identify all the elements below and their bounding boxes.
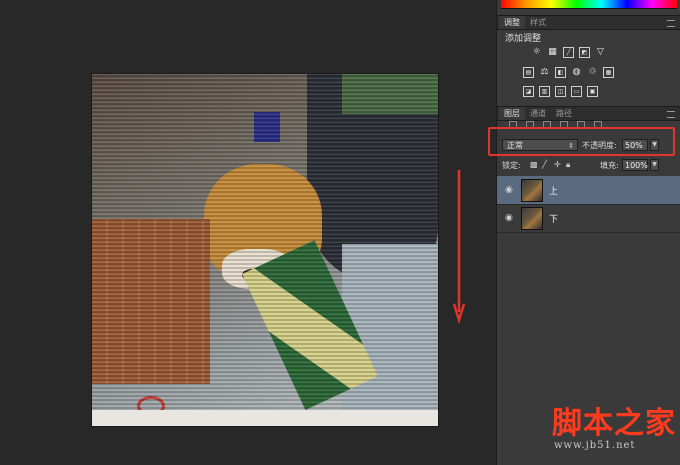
watermark-url: www.jb51.net — [554, 440, 636, 451]
gradient-map-icon[interactable]: ▭ — [571, 86, 582, 97]
adjustments-title: 添加调整 — [505, 34, 542, 44]
adjustment-icons-row-2: ▤ ⚖ ◧ ◍ ♲ ▦ — [523, 67, 614, 78]
image-bottom-strip — [92, 410, 438, 426]
adjustment-icons-row-1: ☼ ▦ ╱ ◩ ▽ — [531, 47, 606, 58]
panel-menu-icon[interactable] — [667, 20, 675, 27]
eye-icon[interactable]: ◉ — [505, 213, 515, 223]
highlight-box — [488, 127, 675, 156]
invert-icon[interactable]: ◪ — [523, 86, 534, 97]
exposure-icon[interactable]: ◩ — [579, 47, 590, 58]
lock-all-icon[interactable]: 🔒︎ — [566, 160, 570, 170]
hue-saturation-icon[interactable]: ▤ — [523, 67, 534, 78]
tab-layers[interactable]: 图层 — [499, 107, 525, 120]
layer-thumbnail — [521, 179, 543, 202]
layers-menu-icon[interactable] — [667, 111, 675, 118]
fill-dropdown-icon[interactable]: ▼ — [650, 159, 659, 171]
tab-channels[interactable]: 通道 — [525, 107, 551, 120]
down-arrow-icon — [452, 170, 466, 325]
channel-mixer-icon[interactable]: ♲ — [587, 67, 598, 78]
lock-move-icon[interactable]: ✛ — [554, 160, 561, 169]
curves-icon[interactable]: ╱ — [563, 47, 574, 58]
photo-filter-icon[interactable]: ◍ — [571, 67, 582, 78]
eye-icon[interactable]: ◉ — [505, 185, 515, 195]
layer-thumbnail — [521, 207, 543, 230]
layer-name: 上 — [549, 187, 559, 197]
layer-row-top[interactable]: ◉ 上 — [497, 176, 680, 205]
layer-name: 下 — [549, 215, 559, 225]
color-balance-icon[interactable]: ⚖ — [539, 67, 550, 78]
watermark: 脚本之家 www.jb51.net — [552, 406, 676, 452]
tab-styles[interactable]: 样式 — [525, 16, 551, 29]
lock-label: 锁定: — [502, 161, 521, 170]
selective-color-icon[interactable]: ▣ — [587, 86, 598, 97]
tab-adjustments[interactable]: 调整 — [499, 16, 525, 29]
lock-paint-icon[interactable]: ╱ — [542, 160, 547, 169]
color-lookup-icon[interactable]: ▦ — [603, 67, 614, 78]
tab-paths[interactable]: 路径 — [551, 107, 577, 120]
black-white-icon[interactable]: ◧ — [555, 67, 566, 78]
color-swatch-strip[interactable] — [501, 0, 677, 9]
threshold-icon[interactable]: ◫ — [555, 86, 566, 97]
levels-icon[interactable]: ▦ — [547, 47, 558, 58]
document-image[interactable] — [92, 74, 438, 426]
lock-transparent-icon[interactable]: ▩ — [530, 160, 538, 169]
watermark-text: 脚本之家 — [552, 406, 676, 441]
adjustment-icons-row-3: ◪ ▥ ◫ ▭ ▣ — [523, 86, 598, 97]
adjustments-tabbar: 调整 样式 — [497, 15, 680, 30]
layers-tabbar: 图层 通道 路径 — [497, 106, 680, 121]
canvas-area[interactable] — [0, 0, 496, 465]
fill-label: 填充: — [600, 161, 619, 170]
fill-input[interactable]: 100% — [622, 159, 648, 171]
vibrance-icon[interactable]: ▽ — [595, 47, 606, 58]
brightness-icon[interactable]: ☼ — [531, 47, 542, 58]
scanline-overlay — [92, 74, 438, 426]
layer-row-bottom[interactable]: ◉ 下 — [497, 204, 680, 233]
posterize-icon[interactable]: ▥ — [539, 86, 550, 97]
